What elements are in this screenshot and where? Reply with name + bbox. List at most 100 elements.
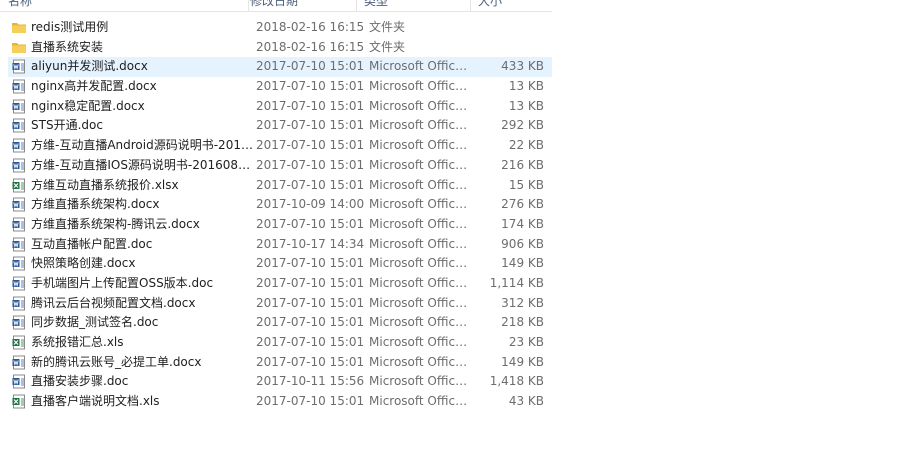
file-modified-date: 2017-07-10 15:01 [256, 98, 365, 113]
file-modified-date: 2017-07-10 15:01 [256, 177, 365, 192]
word-doc-icon [12, 276, 26, 291]
file-type: Microsoft Office... [369, 394, 469, 409]
file-name: 快照策略创建.docx [31, 256, 136, 271]
word-doc-icon [12, 158, 26, 173]
file-type: Microsoft Office... [369, 335, 469, 349]
file-type: Microsoft Office... [369, 177, 469, 192]
file-row[interactable]: 腾讯云后台视频配置文档.docx 2017-07-10 15:01 Microsof… [8, 294, 552, 314]
file-row[interactable]: 系统报错汇总.xls 2017-07-10 15:01 Microsoft Offi… [8, 333, 552, 353]
file-modified-date: 2017-07-10 15:01 [256, 79, 365, 94]
file-name: 互动直播帐户配置.doc [31, 236, 153, 251]
file-type: Microsoft Office... [369, 256, 469, 271]
file-row[interactable]: 手机端图片上传配置OSS版本.doc 2017-07-10 15:01 Micros… [8, 274, 552, 294]
file-modified-date: 2017-10-09 14:00 [256, 197, 365, 212]
column-header: 名称 修改日期 类型 大小 [0, 0, 552, 12]
excel-sheet-icon [12, 394, 26, 409]
file-type: Microsoft Office... [369, 295, 469, 310]
column-header-size[interactable]: 大小 [478, 0, 551, 11]
folder-icon [12, 20, 26, 35]
word-doc-icon [12, 237, 26, 252]
file-row[interactable]: 同步数据_测试签名.doc 2017-07-10 15:01 Microsoft O… [8, 313, 552, 333]
file-type: Microsoft Office... [369, 354, 469, 369]
file-modified-date: 2017-10-11 15:56 [256, 374, 365, 389]
file-name: 方维互动直播系统报价.xlsx [31, 177, 179, 192]
file-row[interactable]: nginx稳定配置.docx 2017-07-10 15:01 Microsoft … [8, 97, 552, 117]
file-row[interactable]: nginx高并发配置.docx 2017-07-10 15:01 Microsoft… [8, 77, 552, 97]
file-row[interactable]: STS开通.doc 2017-07-10 15:01 Microsoft Offic… [8, 116, 552, 136]
file-type: Microsoft Office... [369, 315, 469, 330]
file-name: 方维直播系统架构.docx [31, 197, 160, 212]
column-header-name[interactable]: 名称 [8, 0, 249, 11]
file-name: 方维直播系统架构-腾讯云.docx [31, 216, 200, 231]
file-type: 文件夹 [369, 39, 406, 54]
file-size: 312 KB [501, 295, 544, 310]
file-size: 433 KB [501, 59, 544, 74]
file-size: 906 KB [501, 236, 544, 251]
file-row[interactable]: 方维直播系统架构-腾讯云.docx 2017-07-10 15:01 Microso… [8, 215, 552, 235]
file-list: redis测试用例 2018-02-16 16:15 文件夹 直播系统安装 2018-0… [8, 18, 552, 412]
file-modified-date: 2018-02-16 16:15 [256, 39, 365, 54]
column-header-type[interactable]: 类型 [364, 0, 471, 11]
file-name: 直播客户端说明文档.xls [31, 394, 160, 409]
file-modified-date: 2017-07-10 15:01 [256, 118, 365, 133]
file-type: Microsoft Office... [369, 157, 469, 172]
file-row[interactable]: aliyun并发测试.docx 2017-07-10 15:01 Microsoft… [8, 57, 552, 78]
file-name: 系统报错汇总.xls [31, 335, 124, 349]
word-doc-icon [12, 197, 26, 212]
file-modified-date: 2018-02-16 16:15 [256, 20, 365, 34]
word-doc-icon [12, 315, 26, 330]
file-row[interactable]: redis测试用例 2018-02-16 16:15 文件夹 [8, 18, 552, 38]
file-name: nginx高并发配置.docx [31, 79, 157, 94]
file-type: Microsoft Office... [369, 216, 469, 231]
file-name: 方维-互动直播IOS源码说明书-2016081... [31, 157, 253, 172]
file-size: 13 KB [508, 98, 544, 113]
file-size: 1,418 KB [489, 374, 544, 389]
file-modified-date: 2017-07-10 15:01 [256, 216, 365, 231]
file-name: 直播安装步骤.doc [31, 374, 129, 389]
file-row[interactable]: 方维-互动直播Android源码说明书-2016... 2017-07-10 15… [8, 136, 552, 156]
file-type: Microsoft Office... [369, 275, 469, 290]
file-size: 23 KB [508, 335, 544, 349]
file-row[interactable]: 方维-互动直播IOS源码说明书-2016081... 2017-07-10 15:… [8, 156, 552, 176]
file-modified-date: 2017-07-10 15:01 [256, 354, 365, 369]
word-doc-icon [12, 118, 26, 133]
file-row[interactable]: 互动直播帐户配置.doc 2017-10-17 14:34 Microsoft Of… [8, 235, 552, 255]
file-modified-date: 2017-07-10 15:01 [256, 157, 365, 172]
file-type: Microsoft Office... [369, 59, 469, 74]
word-doc-icon [12, 355, 26, 370]
column-header-date[interactable]: 修改日期 [250, 0, 357, 11]
word-doc-icon [12, 138, 26, 153]
file-modified-date: 2017-07-10 15:01 [256, 138, 365, 153]
file-name: STS开通.doc [31, 118, 103, 133]
file-name: 新的腾讯云账号_必提工单.docx [31, 354, 202, 369]
file-size: 15 KB [508, 177, 544, 192]
file-row[interactable]: 直播安装步骤.doc 2017-10-11 15:56 Microsoft Offi… [8, 372, 552, 392]
file-size: 13 KB [508, 79, 544, 94]
file-type: Microsoft Office... [369, 374, 469, 389]
file-row[interactable]: 快照策略创建.docx 2017-07-10 15:01 Microsoft Off… [8, 254, 552, 274]
file-modified-date: 2017-07-10 15:01 [256, 394, 365, 409]
word-doc-icon [12, 59, 26, 74]
file-type: Microsoft Office... [369, 98, 469, 113]
file-type: Microsoft Office... [369, 118, 469, 133]
file-row[interactable]: 直播系统安装 2018-02-16 16:15 文件夹 [8, 38, 552, 58]
file-name: nginx稳定配置.docx [31, 98, 145, 113]
file-size: 292 KB [501, 118, 544, 133]
folder-icon [12, 40, 26, 55]
file-row[interactable]: 新的腾讯云账号_必提工单.docx 2017-07-10 15:01 Microso… [8, 353, 552, 373]
file-modified-date: 2017-07-10 15:01 [256, 256, 365, 271]
file-modified-date: 2017-07-10 15:01 [256, 315, 365, 330]
file-row[interactable]: 方维互动直播系统报价.xlsx 2017-07-10 15:01 Microsoft… [8, 176, 552, 196]
file-size: 22 KB [508, 138, 544, 153]
word-doc-icon [12, 256, 26, 271]
file-size: 149 KB [501, 354, 544, 369]
file-modified-date: 2017-07-10 15:01 [256, 59, 365, 74]
file-row[interactable]: 直播客户端说明文档.xls 2017-07-10 15:01 Microsoft O… [8, 392, 552, 412]
file-modified-date: 2017-07-10 15:01 [256, 295, 365, 310]
file-name: 直播系统安装 [31, 39, 104, 54]
file-type: 文件夹 [369, 20, 406, 34]
file-row[interactable]: 方维直播系统架构.docx 2017-10-09 14:00 Microsoft O… [8, 195, 552, 215]
word-doc-icon [12, 374, 26, 389]
file-type: Microsoft Office... [369, 79, 469, 94]
file-modified-date: 2017-07-10 15:01 [256, 335, 365, 349]
